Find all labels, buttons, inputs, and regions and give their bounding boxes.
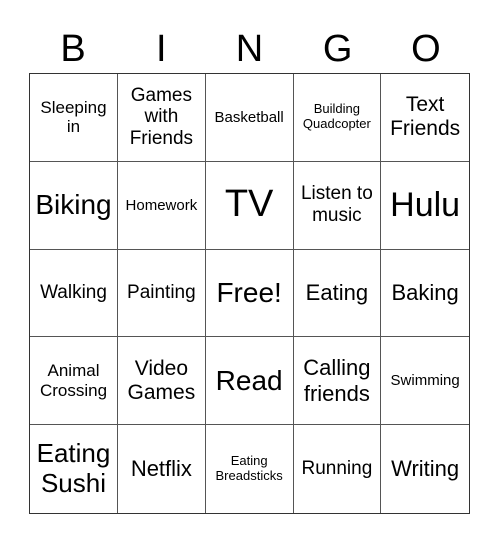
bingo-cell[interactable]: Building Quadcopter <box>293 74 382 162</box>
header-letter-g: G <box>322 28 353 70</box>
bingo-cell[interactable]: Calling friends <box>293 337 382 426</box>
header-letter-o: O <box>411 28 441 70</box>
bingo-cell[interactable]: Biking <box>30 161 118 250</box>
header-letter-n: N <box>235 28 264 70</box>
bingo-cell[interactable]: Running <box>294 425 382 513</box>
bingo-cell[interactable]: Sleeping in <box>30 74 118 162</box>
bingo-cell[interactable]: Animal Crossing <box>30 337 118 426</box>
bingo-cell[interactable]: Homework <box>118 161 206 250</box>
bingo-grid: Sleeping in Games with Friends Basketbal… <box>29 73 470 514</box>
bingo-cell[interactable]: Read <box>205 337 294 426</box>
bingo-cell[interactable]: Walking <box>30 249 118 338</box>
header-letter-b: B <box>60 28 86 70</box>
bingo-cell[interactable]: Painting <box>118 249 206 338</box>
header-letter-i: I <box>156 28 167 70</box>
bingo-cell[interactable]: Baking <box>381 250 469 338</box>
bingo-cell[interactable]: Games with Friends <box>118 74 206 162</box>
bingo-cell[interactable]: Text Friends <box>381 74 469 162</box>
bingo-cell[interactable]: Video Games <box>118 337 206 426</box>
bingo-cell[interactable]: Eating <box>293 249 382 338</box>
bingo-cell[interactable]: Eating Breadsticks <box>206 425 294 513</box>
bingo-cell[interactable]: Basketball <box>205 74 294 162</box>
bingo-cell[interactable]: Eating Sushi <box>30 425 118 513</box>
bingo-header: B I N G O <box>29 24 470 74</box>
bingo-cell[interactable]: Hulu <box>381 162 469 250</box>
bingo-cell[interactable]: TV <box>205 161 294 250</box>
bingo-cell[interactable]: Writing <box>381 425 469 513</box>
free-space-cell[interactable]: Free! <box>205 249 294 338</box>
bingo-cell[interactable]: Swimming <box>381 337 469 426</box>
bingo-cell[interactable]: Listen to music <box>293 161 382 250</box>
bingo-cell[interactable]: Netflix <box>118 425 206 513</box>
